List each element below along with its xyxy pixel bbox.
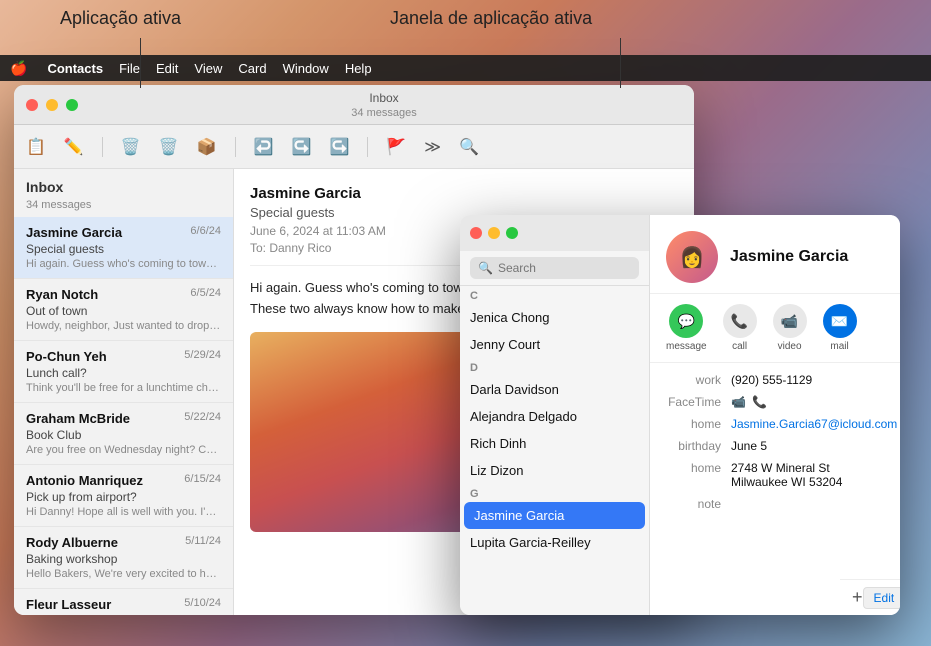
- contacts-list-panel: 🔍 C Jenica Chong Jenny Court D Darla Dav…: [460, 215, 650, 615]
- annotation-line-right: [620, 38, 621, 88]
- toolbar-search-icon[interactable]: 🔍: [459, 137, 479, 157]
- toolbar-archive-icon[interactable]: 🗑️: [121, 137, 141, 157]
- toolbar-new-icon[interactable]: ✏️: [64, 137, 84, 157]
- contact-actions: 💬 message 📞 call 📹 video ✉️ mail: [650, 294, 900, 363]
- search-input[interactable]: [498, 261, 631, 275]
- facetime-video-icon[interactable]: 📹: [731, 395, 746, 409]
- toolbar-flag-icon[interactable]: 🚩: [386, 137, 406, 157]
- contact-item-alejandra-delgado[interactable]: Alejandra Delgado: [460, 403, 649, 430]
- mail-title: Inbox 34 messages: [86, 91, 682, 119]
- toolbar-reply-all-icon[interactable]: ↪️: [292, 137, 312, 157]
- contacts-window: 🔍 C Jenica Chong Jenny Court D Darla Dav…: [460, 215, 900, 615]
- email-from: Jasmine Garcia: [250, 185, 678, 202]
- contacts-minimize-button[interactable]: [488, 227, 500, 239]
- menu-window[interactable]: Window: [283, 61, 329, 76]
- mail-toolbar: 📋 ✏️ 🗑️ 🗑️ 📦 ↩️ ↪️ ↪️ 🚩 ≫ 🔍: [14, 125, 694, 169]
- apple-menu[interactable]: 🍎: [10, 60, 27, 77]
- toolbar-more-icon[interactable]: ≫: [424, 137, 441, 157]
- toolbar-separator2: [235, 137, 236, 157]
- contacts-list: C Jenica Chong Jenny Court D Darla David…: [460, 286, 649, 596]
- mail-titlebar: Inbox 34 messages: [14, 85, 694, 125]
- contact-header: 👩 Jasmine Garcia: [650, 215, 900, 294]
- detail-row-birthday: birthday June 5: [666, 439, 884, 453]
- contact-item-darla-davidson[interactable]: Darla Davidson: [460, 376, 649, 403]
- annotation-active-app: Aplicação ativa: [60, 8, 181, 29]
- sidebar-header: Inbox 34 messages: [14, 169, 233, 217]
- facetime-icons: 📹 📞: [731, 395, 884, 409]
- contact-item-rich-dinh[interactable]: Rich Dinh: [460, 430, 649, 457]
- toolbar-compose-icon[interactable]: 📋: [26, 137, 46, 157]
- mail-icon: ✉️: [823, 304, 857, 338]
- add-contact-button[interactable]: +: [852, 587, 863, 608]
- toolbar-trash-icon[interactable]: 🗑️: [159, 137, 179, 157]
- mail-sidebar: Inbox 34 messages Jasmine Garcia 6/6/24 …: [14, 169, 234, 615]
- list-item[interactable]: Rody Albuerne 5/11/24 Baking workshop He…: [14, 527, 233, 589]
- call-action-button[interactable]: 📞 call: [723, 304, 757, 352]
- mail-action-button[interactable]: ✉️ mail: [823, 304, 857, 352]
- detail-row-facetime: FaceTime 📹 📞: [666, 395, 884, 409]
- section-header-g: G: [460, 484, 649, 502]
- menu-help[interactable]: Help: [345, 61, 372, 76]
- toolbar-reply-icon[interactable]: ↩️: [254, 137, 274, 157]
- section-header-c: C: [460, 286, 649, 304]
- toolbar-folder-icon[interactable]: 📦: [197, 137, 217, 157]
- contacts-maximize-button[interactable]: [506, 227, 518, 239]
- contacts-search-area: 🔍: [460, 251, 649, 286]
- detail-row-home-address: home 2748 W Mineral StMilwaukee WI 53204: [666, 461, 884, 489]
- section-header-d: D: [460, 358, 649, 376]
- minimize-button[interactable]: [46, 99, 58, 111]
- menu-file[interactable]: File: [119, 61, 140, 76]
- list-item[interactable]: Jasmine Garcia 6/6/24 Special guests Hi …: [14, 217, 233, 279]
- menu-card[interactable]: Card: [238, 61, 266, 76]
- contact-item-jasmine-garcia[interactable]: Jasmine Garcia: [464, 502, 645, 529]
- contacts-search-bar[interactable]: 🔍: [470, 257, 639, 279]
- detail-row-note: note: [666, 497, 884, 511]
- list-item[interactable]: Ryan Notch 6/5/24 Out of town Howdy, nei…: [14, 279, 233, 341]
- toolbar-separator: [102, 137, 103, 157]
- message-icon: 💬: [669, 304, 703, 338]
- toolbar-separator3: [367, 137, 368, 157]
- detail-row-work: work (920) 555-1129: [666, 373, 884, 387]
- toolbar-forward-icon[interactable]: ↪️: [329, 137, 349, 157]
- menu-view[interactable]: View: [194, 61, 222, 76]
- video-icon: 📹: [773, 304, 807, 338]
- close-button[interactable]: [26, 99, 38, 111]
- annotation-line-left: [140, 38, 141, 88]
- contact-item-jenny-court[interactable]: Jenny Court: [460, 331, 649, 358]
- call-icon: 📞: [723, 304, 757, 338]
- message-action-button[interactable]: 💬 message: [666, 304, 707, 352]
- maximize-button[interactable]: [66, 99, 78, 111]
- list-item[interactable]: Antonio Manriquez 6/15/24 Pick up from a…: [14, 465, 233, 527]
- annotation-active-window: Janela de aplicação ativa: [390, 8, 592, 29]
- detail-row-home-email: home Jasmine.Garcia67@icloud.com: [666, 417, 884, 431]
- edit-contact-button[interactable]: Edit: [863, 587, 900, 609]
- search-icon: 🔍: [478, 261, 493, 275]
- list-item[interactable]: Fleur Lasseur 5/10/24 Soccer jerseys Are…: [14, 589, 233, 615]
- contacts-titlebar: [460, 215, 649, 251]
- video-action-button[interactable]: 📹 video: [773, 304, 807, 352]
- contact-detail-panel: 👩 Jasmine Garcia 💬 message 📞 call 📹 vide…: [650, 215, 900, 615]
- email-date: June 6, 2024 at 11:03 AM: [250, 224, 386, 238]
- menu-edit[interactable]: Edit: [156, 61, 178, 76]
- contacts-close-button[interactable]: [470, 227, 482, 239]
- contact-details: work (920) 555-1129 FaceTime 📹 📞 home Ja…: [650, 363, 900, 529]
- contacts-bottom-bar: + Edit ↑: [840, 579, 900, 615]
- contact-name: Jasmine Garcia: [730, 248, 848, 266]
- list-item[interactable]: Graham McBride 5/22/24 Book Club Are you…: [14, 403, 233, 465]
- contact-item-liz-dizon[interactable]: Liz Dizon: [460, 457, 649, 484]
- avatar: 👩: [666, 231, 718, 283]
- menu-contacts[interactable]: Contacts: [47, 61, 103, 76]
- contact-item-jenica-chong[interactable]: Jenica Chong: [460, 304, 649, 331]
- facetime-phone-icon[interactable]: 📞: [752, 395, 767, 409]
- contact-item-lupita-garcia-reilley[interactable]: Lupita Garcia-Reilley: [460, 529, 649, 556]
- list-item[interactable]: Po-Chun Yeh 5/29/24 Lunch call? Think yo…: [14, 341, 233, 403]
